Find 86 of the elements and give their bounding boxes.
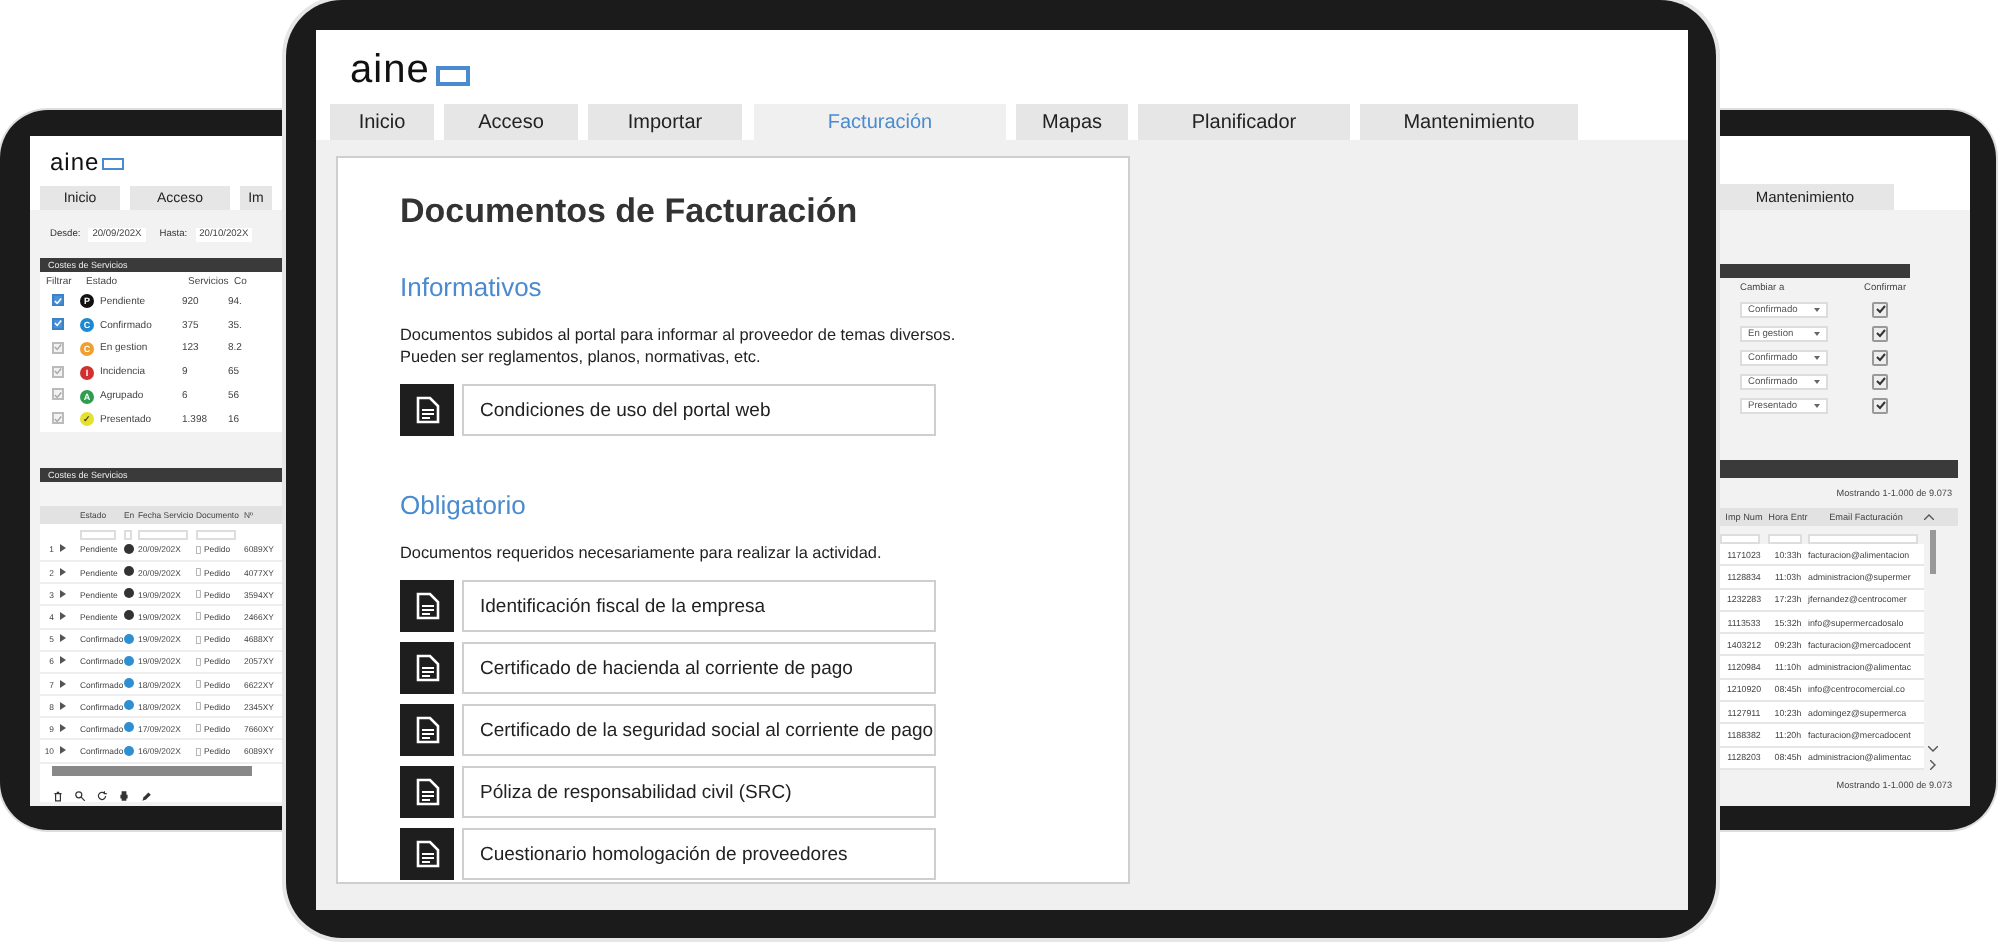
file-icon: [196, 702, 202, 711]
filter-field[interactable]: [138, 529, 188, 540]
checkbox[interactable]: [1872, 349, 1888, 366]
trash-icon[interactable]: [52, 789, 64, 802]
nav-tab[interactable]: Mantenimiento: [1360, 104, 1578, 140]
file-icon: [196, 545, 202, 554]
expand-icon[interactable]: [60, 746, 66, 755]
nav-tab[interactable]: Inicio: [330, 104, 434, 140]
search-icon[interactable]: [74, 789, 86, 802]
checkbox[interactable]: [1872, 373, 1888, 390]
nav-tab[interactable]: Importar: [588, 104, 742, 140]
document-icon: [415, 654, 439, 682]
document-button[interactable]: [400, 766, 454, 818]
nav-tab[interactable]: Mapas: [1016, 104, 1128, 140]
caret-icon: [1814, 380, 1820, 384]
filter-field[interactable]: [196, 529, 236, 540]
document-button[interactable]: [400, 704, 454, 756]
document-icon: [415, 716, 439, 744]
chevron-right-icon[interactable]: [1929, 759, 1935, 770]
logo-text: aine: [50, 148, 100, 176]
checkbox[interactable]: [1872, 325, 1888, 342]
caret-icon: [1814, 404, 1820, 408]
file-icon: [196, 590, 202, 599]
scroll-down-icon[interactable]: [1927, 745, 1937, 752]
nav-tab[interactable]: Acceso: [444, 104, 578, 140]
file-icon: [196, 612, 202, 621]
filter-field[interactable]: [80, 529, 116, 540]
document-button[interactable]: [400, 580, 454, 632]
document-icon: [415, 396, 439, 424]
checkbox[interactable]: [52, 412, 64, 425]
expand-icon[interactable]: [60, 589, 66, 598]
checkbox[interactable]: [52, 294, 64, 307]
document-icon: [415, 592, 439, 620]
expand-icon[interactable]: [60, 544, 66, 553]
document-item[interactable]: Certificado de la seguridad social al corriente de pago: [462, 704, 936, 756]
caret-icon: [1814, 332, 1820, 336]
checkbox[interactable]: [1872, 301, 1888, 318]
file-icon: [196, 657, 202, 666]
file-icon: [196, 635, 202, 644]
document-item[interactable]: Cuestionario homologación de proveedores: [462, 828, 936, 880]
printer-icon[interactable]: [118, 789, 130, 802]
document-button[interactable]: [400, 384, 454, 436]
checkbox[interactable]: [52, 317, 64, 330]
file-icon: [196, 724, 202, 733]
document-button[interactable]: [400, 828, 454, 880]
refresh-icon[interactable]: [96, 789, 108, 802]
expand-icon[interactable]: [60, 723, 66, 732]
section-heading: Informativos: [400, 272, 544, 302]
file-icon: [196, 680, 202, 688]
document-item[interactable]: Condiciones de uso del portal web: [462, 384, 936, 436]
file-icon: [196, 568, 202, 577]
section-description: Documentos requeridos necesariamente para realizar la actividad.: [400, 542, 884, 564]
page-title: Documentos de Facturación: [400, 192, 860, 232]
filter-field[interactable]: [1768, 533, 1802, 543]
document-button[interactable]: [400, 642, 454, 694]
filter-field[interactable]: [124, 529, 132, 540]
document-icon: [415, 778, 439, 806]
logo-text: aine: [350, 48, 430, 94]
checkbox[interactable]: [52, 341, 64, 354]
expand-icon[interactable]: [60, 679, 66, 687]
expand-icon[interactable]: [60, 656, 66, 665]
expand-icon[interactable]: [60, 567, 66, 576]
horizontal-scrollbar[interactable]: [52, 765, 252, 776]
logo-icon: [102, 158, 124, 171]
nav-tab[interactable]: Planificador: [1138, 104, 1350, 140]
caret-icon: [1814, 356, 1820, 360]
document-item[interactable]: Identificación fiscal de la empresa: [462, 580, 936, 632]
checkbox[interactable]: [1872, 397, 1888, 414]
filter-field[interactable]: [1720, 533, 1760, 543]
filter-field[interactable]: [1808, 533, 1918, 543]
file-icon: [196, 747, 202, 756]
expand-icon[interactable]: [60, 634, 66, 643]
scrollbar-thumb[interactable]: [1929, 530, 1935, 574]
expand-icon[interactable]: [60, 611, 66, 620]
document-item[interactable]: Póliza de responsabilidad civil (SRC): [462, 766, 936, 818]
checkbox[interactable]: [52, 365, 64, 378]
pencil-icon[interactable]: [140, 789, 152, 802]
scroll-up-icon[interactable]: [1924, 514, 1934, 520]
caret-icon: [1814, 308, 1820, 312]
expand-icon[interactable]: [60, 701, 66, 710]
checkbox[interactable]: [52, 388, 64, 401]
document-icon: [415, 840, 439, 868]
section-description: Documentos subidos al portal para informar al proveedor de temas diversos. Pueden ser reglamentos, planos, normativas, etc.: [400, 324, 958, 368]
logo-icon: [435, 65, 470, 85]
document-item[interactable]: Certificado de hacienda al corriente de pago: [462, 642, 936, 694]
section-heading: Obligatorio: [400, 490, 528, 520]
